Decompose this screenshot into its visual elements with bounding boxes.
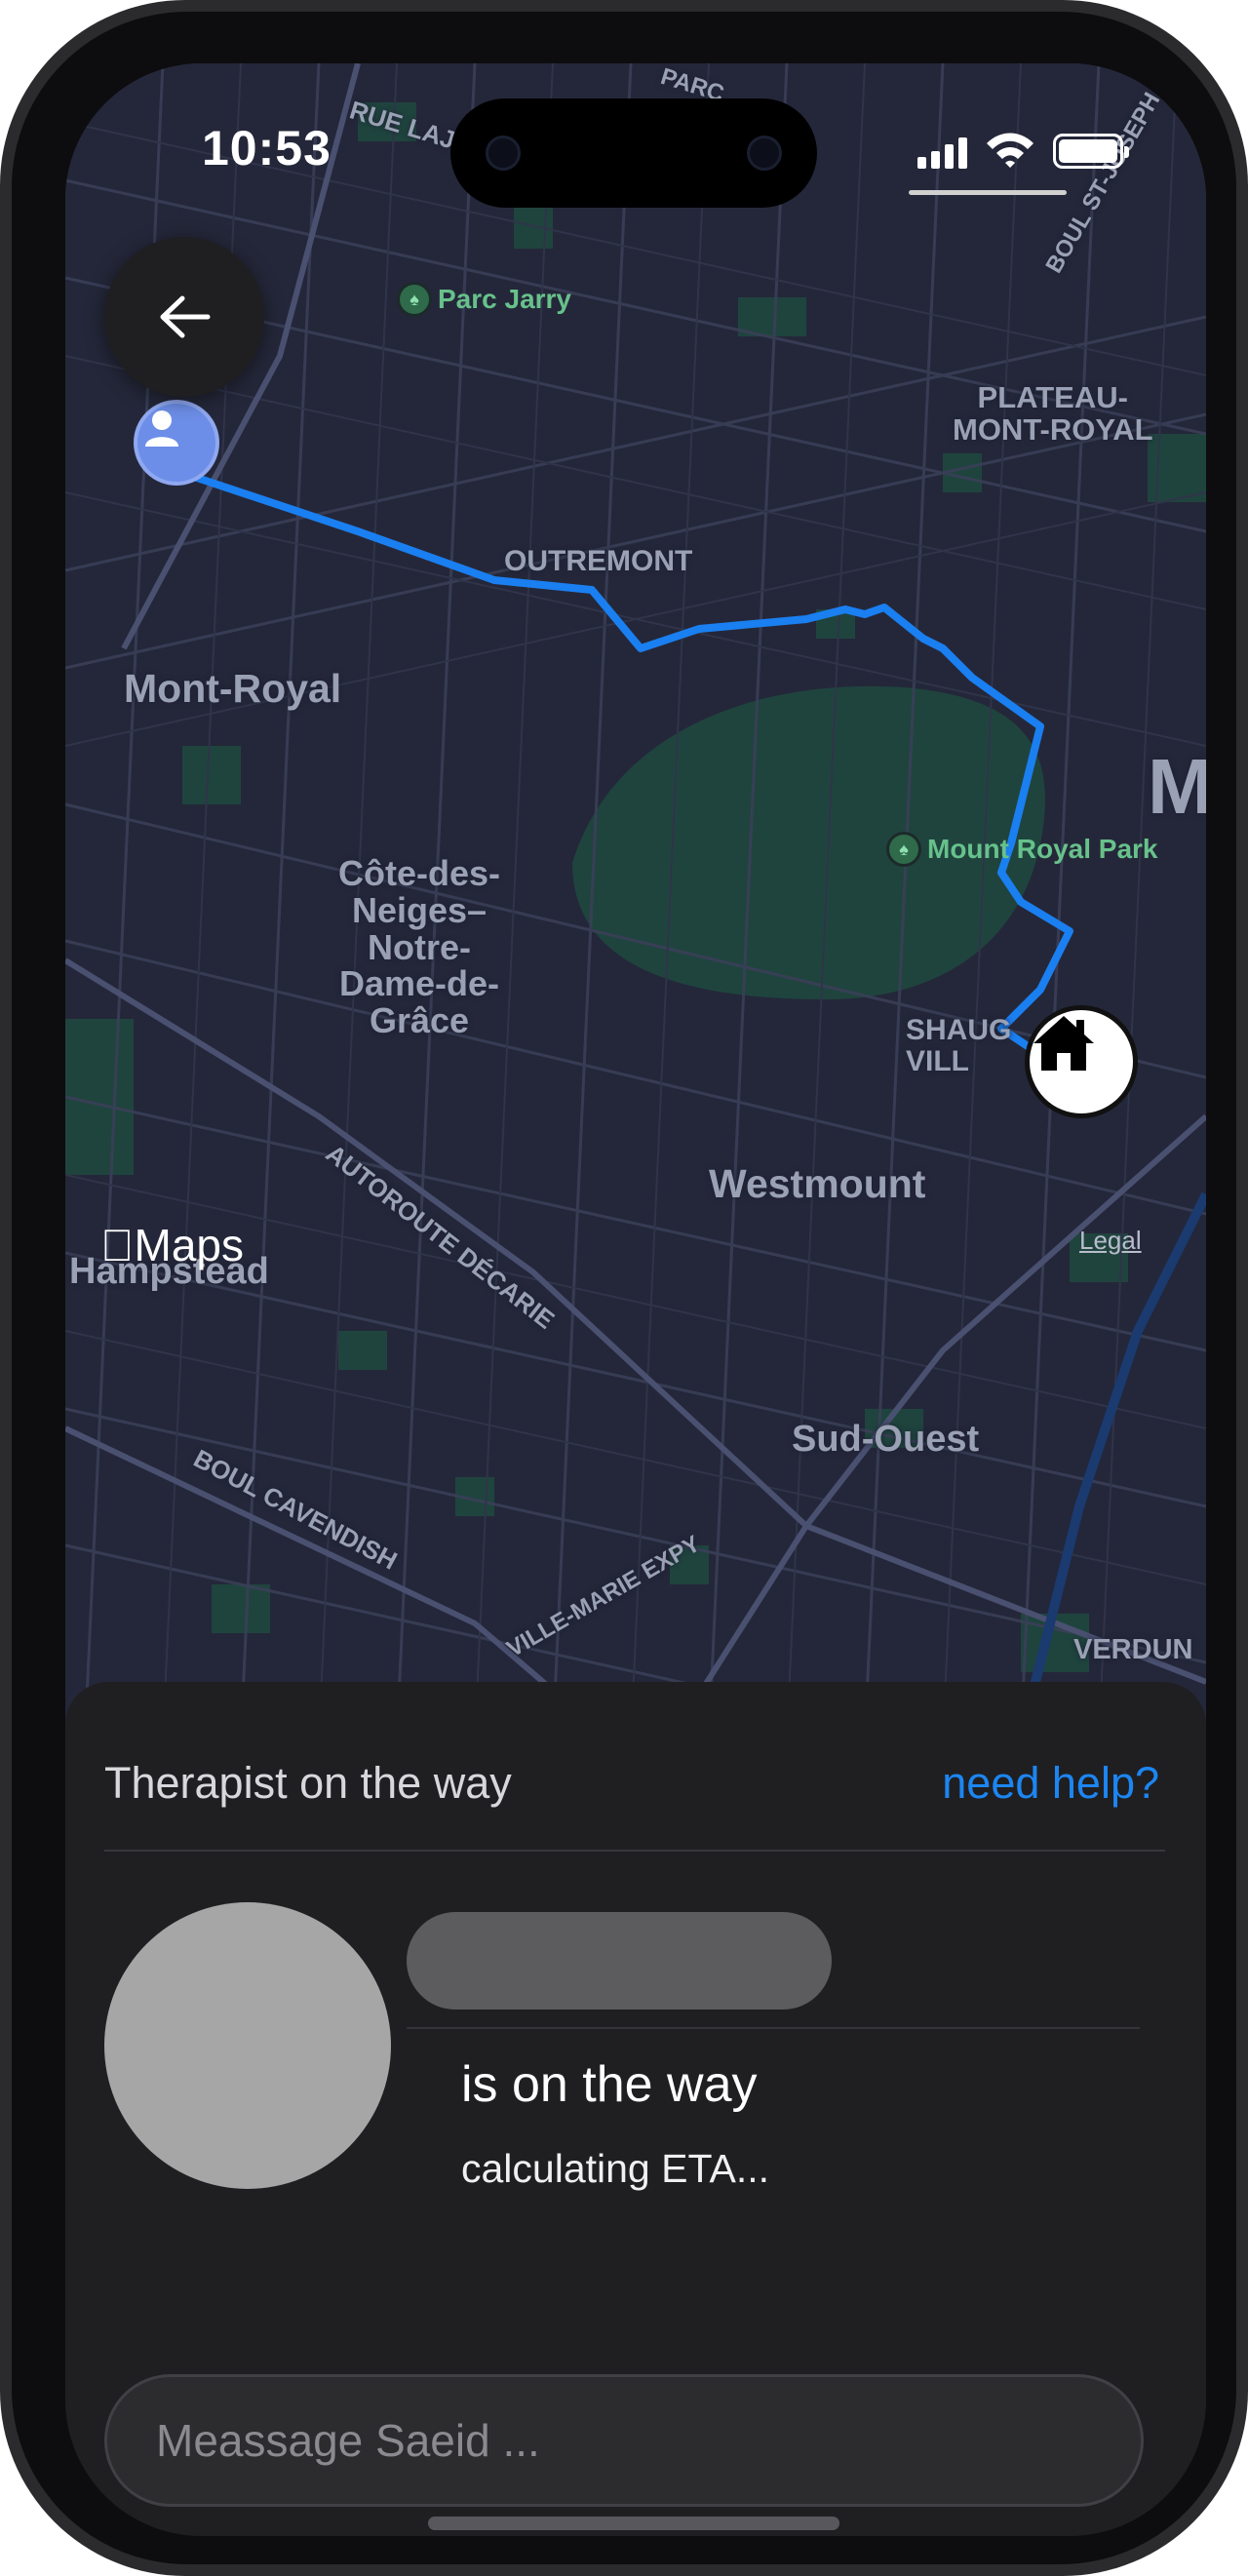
- need-help-link[interactable]: need help?: [942, 1758, 1159, 1809]
- user-location-pin[interactable]: [134, 400, 219, 486]
- home-icon: [1034, 1016, 1094, 1071]
- area-label-outremont: OUTREMONT: [504, 545, 693, 577]
- area-label-plateau: PLATEAU- MONT-ROYAL: [953, 380, 1153, 447]
- area-label-verdun: VERDUN: [1073, 1634, 1193, 1665]
- therapist-name-placeholder: [407, 1912, 832, 2010]
- status-bar: 10:53: [65, 63, 1206, 208]
- park-label-mount-royal: Mount Royal Park: [927, 834, 1158, 864]
- divider: [407, 2027, 1140, 2029]
- status-indicator-bar: [909, 190, 1067, 195]
- wifi-icon: [987, 133, 1034, 168]
- therapist-status-sheet: Therapist on the way need help? is on th…: [65, 1682, 1206, 2536]
- home-pin[interactable]: [1025, 1005, 1138, 1118]
- apple-maps-logo: Maps: [100, 1219, 244, 1271]
- status-time: 10:53: [202, 121, 332, 176]
- sheet-title: Therapist on the way: [104, 1758, 512, 1808]
- area-label-cote-des-neiges: Côte-des- Neiges– Notre- Dame-de- Grâce: [338, 853, 501, 1041]
- divider: [104, 1850, 1165, 1852]
- apple-logo-icon: : [100, 1220, 135, 1270]
- legal-link[interactable]: Legal: [1079, 1226, 1142, 1256]
- therapist-status-text: is on the way: [461, 2056, 758, 2113]
- status-icons: [917, 130, 1129, 169]
- maps-brand-text: Maps: [100, 1220, 244, 1270]
- screen: RUE LAJ PARC BOUL ST-JOSEPH ♠ Parc Jarry…: [65, 63, 1206, 2536]
- area-label-m: M: [1148, 743, 1206, 830]
- therapist-avatar: [104, 1902, 391, 2189]
- phone-bezel: RUE LAJ PARC BOUL ST-JOSEPH ♠ Parc Jarry…: [12, 12, 1236, 2564]
- battery-icon: [1053, 134, 1129, 169]
- home-indicator[interactable]: [428, 2517, 839, 2530]
- camera-lens: [486, 136, 521, 171]
- park-pin-icon: ♠: [397, 282, 432, 317]
- phone-frame: RUE LAJ PARC BOUL ST-JOSEPH ♠ Parc Jarry…: [0, 0, 1248, 2576]
- park-pin-icon: ♠: [886, 832, 921, 867]
- dynamic-island: [450, 98, 817, 208]
- back-arrow-icon: [160, 295, 211, 338]
- back-button[interactable]: [104, 237, 264, 397]
- sensor-lens: [747, 136, 782, 171]
- area-label-mont-royal: Mont-Royal: [124, 666, 342, 711]
- cellular-signal-icon: [917, 137, 967, 169]
- area-label-westmount: Westmount: [709, 1161, 926, 1206]
- area-label-sud-ouest: Sud-Ouest: [792, 1419, 980, 1460]
- eta-text: calculating ETA...: [461, 2146, 769, 2191]
- park-label-jarry: Parc Jarry: [438, 284, 572, 314]
- user-location-icon: [145, 410, 178, 447]
- area-label-shaughnessy: SHAUG VILL: [906, 1014, 1012, 1077]
- message-input[interactable]: [104, 2374, 1144, 2507]
